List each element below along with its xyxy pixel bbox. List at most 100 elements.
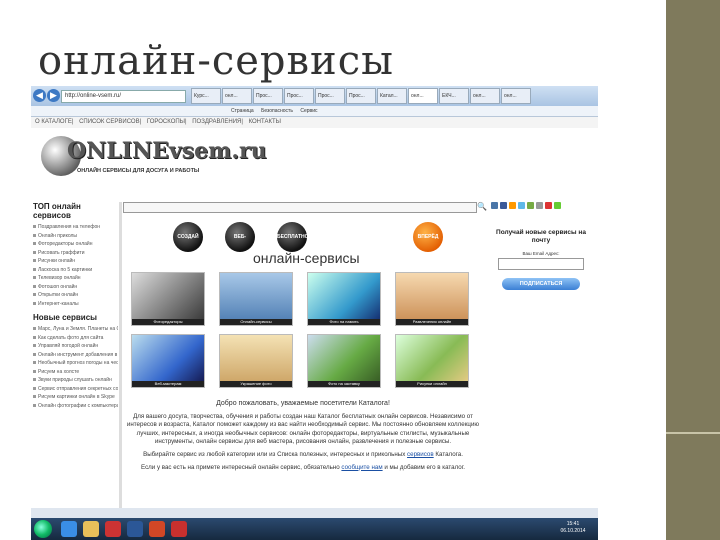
scrollbar[interactable] (119, 202, 122, 508)
list-item[interactable]: Сервис отправления секретных сообщений (33, 385, 118, 394)
nav-horoscopes[interactable]: ГОРОСКОПЫ (147, 119, 185, 125)
search-input[interactable] (123, 202, 477, 213)
thumbnail-caption: Фото на заставку (308, 381, 380, 387)
tab[interactable]: Прос... (346, 88, 376, 104)
tab[interactable]: Прос... (253, 88, 283, 104)
list-item[interactable]: Поздравления на телефон (33, 223, 118, 232)
tab[interactable]: Прос... (315, 88, 345, 104)
menu-security[interactable]: Безопасность (261, 108, 293, 114)
social-icon[interactable] (554, 202, 561, 209)
list-item[interactable]: Рисуем картинки онлайн в Skype (33, 393, 118, 402)
powerpoint-icon[interactable] (149, 521, 165, 537)
services-link[interactable]: сервисов (407, 451, 434, 458)
list-item[interactable]: Рисунки онлайн (33, 257, 118, 266)
social-icon[interactable] (491, 202, 498, 209)
list-item[interactable]: Онлайн приколы (33, 232, 118, 241)
list-item[interactable]: Интернет-каналы (33, 300, 118, 309)
thumbnail[interactable]: Развлечения онлайн (395, 272, 469, 326)
list-item[interactable]: Марс, Луна и Земля. Планеты на Google ка… (33, 325, 118, 334)
list-item[interactable]: Фоторедакторы онлайн (33, 240, 118, 249)
forward-icon[interactable]: ▶ (47, 89, 60, 102)
thumbnail[interactable]: Онлайн-сервисы (219, 272, 293, 326)
list-item[interactable]: Телевизор онлайн (33, 274, 118, 283)
list-item[interactable]: Ласкоска по 5 картинки (33, 266, 118, 275)
social-icon[interactable] (545, 202, 552, 209)
subscribe-title: Получай новые сервисы на почту (496, 229, 586, 244)
social-icon[interactable] (536, 202, 543, 209)
intro-paragraph: Для вашего досуга, творчества, обучения … (126, 412, 480, 446)
thumbnail[interactable]: Фото на память (307, 272, 381, 326)
thumbnail[interactable]: Фото на заставку (307, 334, 381, 388)
list-item[interactable]: Открытки онлайн (33, 291, 118, 300)
nav-about[interactable]: О КАТАЛОГЕ (35, 119, 72, 125)
intro-text: Добро пожаловать, уважаемые посетители К… (125, 400, 481, 476)
site-logo[interactable]: ONLINEvsem.ru ОНЛАЙН СЕРВИСЫ ДЛЯ ДОСУГА … (41, 134, 267, 184)
banner-button[interactable]: ВЕБ-САЙТЫ (225, 222, 255, 270)
intro-paragraph: Выбирайте сервис из любой категории или … (125, 451, 481, 460)
tab[interactable]: онл... (470, 88, 500, 104)
list-item[interactable]: Управляй погодой онлайн (33, 342, 118, 351)
list-item[interactable]: Онлайн фотографии с компьютера (33, 402, 118, 411)
top-heading: ТОП онлайн сервисов (33, 202, 81, 220)
ie-icon[interactable] (61, 521, 77, 537)
browser-screenshot: ◀ ▶ http://online-vsem.ru/ Курс... онл..… (31, 86, 598, 540)
thumbnail[interactable]: Украшение фото (219, 334, 293, 388)
thumbnail-caption: Развлечения онлайн (396, 319, 468, 325)
search-icon[interactable]: 🔍 (477, 202, 487, 211)
tab[interactable]: Курс... (191, 88, 221, 104)
nav-contacts[interactable]: КОНТАКТЫ (249, 119, 281, 125)
folder-icon[interactable] (83, 521, 99, 537)
social-icon[interactable] (527, 202, 534, 209)
list-item[interactable]: Как сделать фото для сайта (33, 334, 118, 343)
media-icon[interactable] (105, 521, 121, 537)
thumbnail[interactable]: Веб-мастерам (131, 334, 205, 388)
main-content: 🔍 СОЗДАЙ ВЕБ-САЙТЫ БЕСПЛАТНО ВПЕРЁД онла… (123, 202, 487, 508)
banner-button[interactable]: СОЗДАЙ (173, 222, 203, 252)
right-column: Получай новые сервисы на почту Ваш Email… (491, 202, 591, 508)
intro-text-part: Выбирайте сервис из любой категории или … (143, 450, 406, 458)
email-field[interactable] (498, 258, 584, 270)
tab[interactable]: онл... (501, 88, 531, 104)
tab[interactable]: онл... (222, 88, 252, 104)
back-icon[interactable]: ◀ (33, 89, 46, 102)
tab-active[interactable]: онл... (408, 88, 438, 104)
thumbnail-caption: Фоторедакторы (132, 319, 204, 325)
web-page: ONLINEvsem.ru ОНЛАЙН СЕРВИСЫ ДЛЯ ДОСУГА … (31, 128, 598, 508)
tab[interactable]: Прос... (284, 88, 314, 104)
new-heading: Новые сервисы (33, 313, 97, 322)
left-column: ТОП онлайн сервисов Поздравления на теле… (33, 202, 118, 508)
menu-page[interactable]: Страница (231, 108, 254, 114)
banner-button[interactable]: ВПЕРЁД (413, 222, 443, 252)
thumbnail[interactable]: Рисунки онлайн (395, 334, 469, 388)
thumbnail-caption: Украшение фото (220, 381, 292, 387)
nav-greetings[interactable]: ПОЗДРАВЛЕНИЯ (192, 119, 241, 125)
contact-link[interactable]: сообщите нам (341, 464, 382, 471)
banner-button[interactable]: БЕСПЛАТНО (277, 222, 309, 252)
browser-toolbar: ◀ ▶ http://online-vsem.ru/ Курс... онл..… (31, 86, 598, 106)
app-icon[interactable] (171, 521, 187, 537)
list-item[interactable]: Рисовать граффити (33, 249, 118, 258)
clock[interactable]: 15:41 06.10.2014 (551, 521, 595, 535)
list-item[interactable]: Звуки природы слушать онлайн (33, 376, 118, 385)
address-bar[interactable]: http://online-vsem.ru/ (61, 90, 186, 103)
list-item[interactable]: Онлайн инструмент добавления в закладки (33, 351, 118, 360)
list-item[interactable]: Необычный прогноз погоды на чесотке (33, 359, 118, 368)
subscribe-button[interactable]: ПОДПИСАТЬСЯ (502, 278, 580, 290)
intro-paragraph: Если у вас есть на примете интересный он… (125, 464, 481, 473)
start-icon[interactable] (34, 520, 52, 538)
intro-text-part: Если у вас есть на примете интересный он… (141, 463, 340, 471)
email-label: Ваш Email Адрес: (522, 251, 560, 256)
menu-tools[interactable]: Сервис (300, 108, 317, 114)
social-icon[interactable] (509, 202, 516, 209)
nav-list[interactable]: СПИСОК СЕРВИСОВ (79, 119, 140, 125)
tab[interactable]: Катал... (377, 88, 407, 104)
tab[interactable]: ЕКЧ... (439, 88, 469, 104)
social-icon[interactable] (500, 202, 507, 209)
thumbnail[interactable]: Фоторедакторы (131, 272, 205, 326)
list-item[interactable]: Фотошоп онлайн (33, 283, 118, 292)
word-icon[interactable] (127, 521, 143, 537)
ad-banner[interactable]: СОЗДАЙ ВЕБ-САЙТЫ БЕСПЛАТНО ВПЕРЁД онлайн… (173, 220, 463, 270)
social-icon[interactable] (518, 202, 525, 209)
thumbnail-caption: Веб-мастерам (132, 381, 204, 387)
list-item[interactable]: Рисуем на холсте (33, 368, 118, 377)
